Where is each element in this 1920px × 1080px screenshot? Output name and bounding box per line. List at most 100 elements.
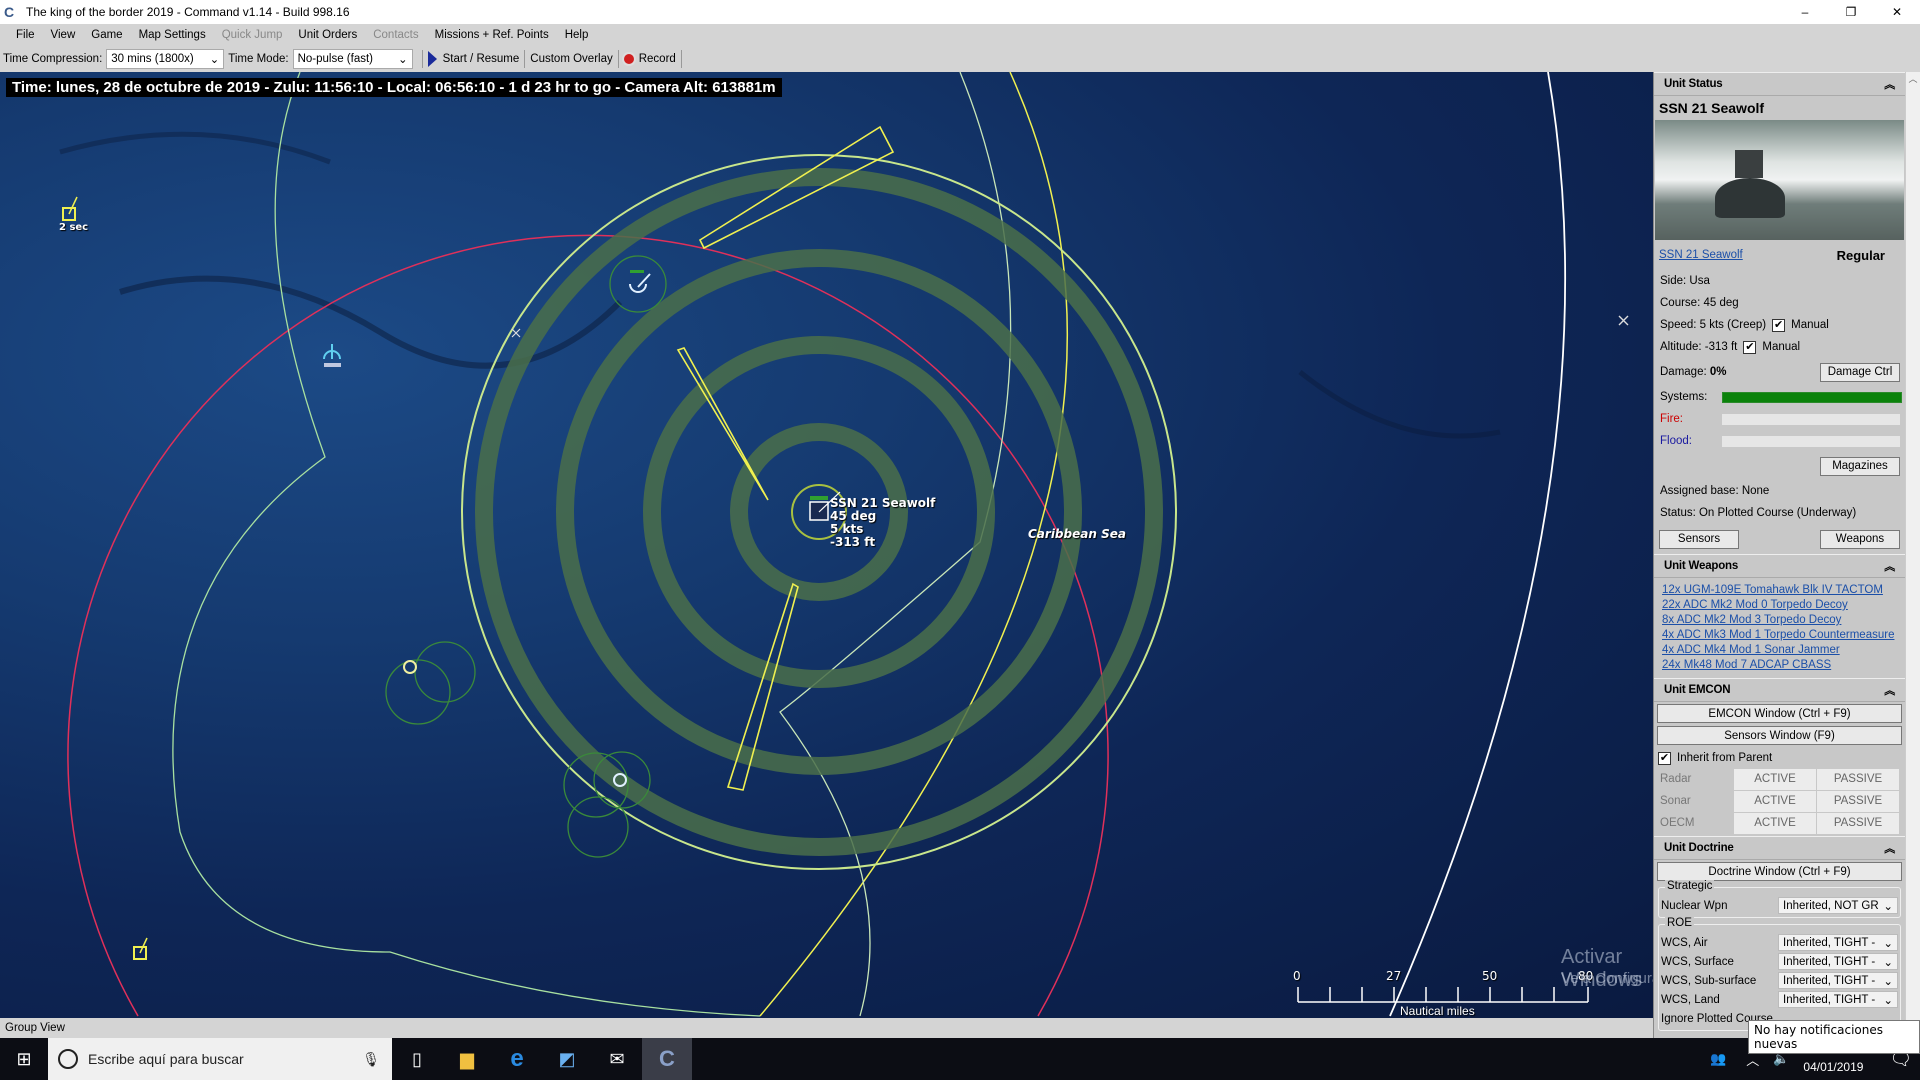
sidebar-scrollbar[interactable]: ︿ xyxy=(1905,72,1920,1038)
seafloor-ridge xyxy=(1300,372,1500,436)
command-app-icon[interactable]: C xyxy=(642,1038,692,1080)
scroll-up-icon[interactable]: ︿ xyxy=(1908,74,1917,84)
group-label: Strategic xyxy=(1665,880,1714,892)
emcon-window-button[interactable]: EMCON Window (Ctrl + F9) xyxy=(1657,704,1902,723)
nuclear-select[interactable]: Inherited, NOT GR⌄ xyxy=(1778,897,1898,914)
oecm-passive-button[interactable]: PASSIVE xyxy=(1817,813,1899,834)
time-mode-select[interactable]: No-pulse (fast)⌄ xyxy=(293,49,413,69)
speed-text: Speed: 5 kts (Creep) xyxy=(1660,319,1766,331)
contact-circle xyxy=(386,660,450,724)
unit-label[interactable]: SSN 21 Seawolf 45 deg 5 kts -313 ft xyxy=(830,497,935,549)
fire-label: Fire: xyxy=(1660,413,1722,425)
wcs-surface-select[interactable]: Inherited, TIGHT -⌄ xyxy=(1778,953,1898,970)
wcs-subsurface-label: WCS, Sub-surface xyxy=(1661,975,1756,987)
oecm-active-button[interactable]: ACTIVE xyxy=(1734,813,1816,834)
record-button[interactable]: Record xyxy=(624,53,676,65)
unit-class-link[interactable]: SSN 21 Seawolf xyxy=(1659,248,1743,266)
search-placeholder: Escribe aquí para buscar xyxy=(88,1051,362,1067)
network-app-icon[interactable]: ◩ xyxy=(542,1038,592,1080)
unit-weapons-header[interactable]: Unit Weapons ︽ xyxy=(1654,554,1905,578)
menu-unit-orders[interactable]: Unit Orders xyxy=(298,29,357,41)
status-bar: Group View xyxy=(0,1018,1653,1038)
minimize-button[interactable]: – xyxy=(1782,0,1828,24)
contact-icon xyxy=(404,661,416,673)
weapon-link[interactable]: 4x ADC Mk4 Mod 1 Sonar Jammer xyxy=(1662,643,1897,658)
wcs-land-select[interactable]: Inherited, TIGHT -⌄ xyxy=(1778,991,1898,1008)
menu-contacts[interactable]: Contacts xyxy=(373,29,418,41)
taskbar-search[interactable]: Escribe aquí para buscar 🎙 xyxy=(48,1038,392,1080)
restore-button[interactable]: ❐ xyxy=(1828,0,1874,24)
sensors-button[interactable]: Sensors xyxy=(1659,530,1739,549)
sonar-active-button[interactable]: ACTIVE xyxy=(1734,791,1816,812)
wcs-value: Inherited, TIGHT - xyxy=(1783,937,1875,949)
flood-bar xyxy=(1722,436,1900,447)
wcs-value: Inherited, TIGHT - xyxy=(1783,994,1875,1006)
unit-doctrine-header[interactable]: Unit Doctrine ︽ xyxy=(1654,836,1905,860)
time-mode-value: No-pulse (fast) xyxy=(298,53,373,65)
task-view-icon[interactable]: ▯ xyxy=(392,1038,442,1080)
time-mode-label: Time Mode: xyxy=(228,53,288,65)
magazines-button[interactable]: Magazines xyxy=(1820,457,1900,476)
sensors-window-button[interactable]: Sensors Window (F9) xyxy=(1657,726,1902,745)
course-text: Course: 45 deg xyxy=(1654,292,1905,314)
menu-help[interactable]: Help xyxy=(565,29,589,41)
section-title: Unit Doctrine xyxy=(1664,842,1734,854)
group-label: ROE xyxy=(1665,917,1694,929)
systems-label: Systems: xyxy=(1660,391,1722,403)
damage-ctrl-button[interactable]: Damage Ctrl xyxy=(1820,363,1900,382)
edge-icon[interactable]: e xyxy=(492,1038,542,1080)
chevron-down-icon: ⌄ xyxy=(1883,936,1893,950)
weapon-link[interactable]: 24x Mk48 Mod 7 ADCAP CBASS xyxy=(1662,658,1897,673)
speed-manual-checkbox[interactable]: ✔ xyxy=(1772,319,1785,332)
time-compression-select[interactable]: 30 mins (1800x)⌄ xyxy=(106,49,224,69)
systems-bar xyxy=(1722,392,1902,403)
menu-missions[interactable]: Missions + Ref. Points xyxy=(435,29,549,41)
contact-circle xyxy=(610,256,666,312)
sonar-passive-button[interactable]: PASSIVE xyxy=(1817,791,1899,812)
file-explorer-icon[interactable]: ▆ xyxy=(442,1038,492,1080)
unit-emcon-header[interactable]: Unit EMCON︽ xyxy=(1654,678,1905,702)
unit-status-header[interactable]: Unit Status︽ xyxy=(1654,72,1905,96)
radar-label: Radar xyxy=(1654,773,1734,785)
people-icon[interactable]: 👥 xyxy=(1710,1051,1726,1067)
chevron-down-icon: ⌄ xyxy=(1883,899,1893,913)
unit-name: SSN 21 Seawolf xyxy=(1654,96,1905,120)
wcs-air-select[interactable]: Inherited, TIGHT - ⌄ xyxy=(1778,934,1898,951)
tactical-map[interactable]: Time: lunes, 28 de octubre de 2019 - Zul… xyxy=(0,72,1653,1018)
wcs-surface-label: WCS, Surface xyxy=(1661,956,1734,968)
menu-game[interactable]: Game xyxy=(91,29,122,41)
menu-quick-jump[interactable]: Quick Jump xyxy=(222,29,283,41)
collapse-icon[interactable]: ︽ xyxy=(1884,558,1895,574)
close-marker-icon xyxy=(1619,316,1628,325)
weapon-link[interactable]: 22x ADC Mk2 Mod 0 Torpedo Decoy xyxy=(1662,598,1897,613)
start-resume-button[interactable]: Start / Resume xyxy=(428,51,520,67)
time-compression-value: 30 mins (1800x) xyxy=(111,53,193,65)
inherit-checkbox[interactable]: ✔ xyxy=(1658,752,1671,765)
wcs-subsurface-select[interactable]: Inherited, TIGHT -⌄ xyxy=(1778,972,1898,989)
altitude-manual-checkbox[interactable]: ✔ xyxy=(1743,341,1756,354)
doctrine-window-button[interactable]: Doctrine Window (Ctrl + F9) xyxy=(1657,862,1902,881)
weapons-button[interactable]: Weapons xyxy=(1820,530,1900,549)
radar-passive-button[interactable]: PASSIVE xyxy=(1817,769,1899,790)
mail-icon[interactable]: ✉ xyxy=(592,1038,642,1080)
section-title: Unit Weapons xyxy=(1664,560,1738,572)
collapse-icon[interactable]: ︽ xyxy=(1884,682,1895,698)
app-icon: C xyxy=(4,4,20,20)
speed-row: Speed: 5 kts (Creep) ✔ Manual xyxy=(1654,314,1905,336)
weapon-link[interactable]: 4x ADC Mk3 Mod 1 Torpedo Countermeasure xyxy=(1662,628,1897,643)
weapon-link[interactable]: 12x UGM-109E Tomahawk Blk IV TACTOM xyxy=(1662,583,1897,598)
microphone-icon[interactable]: 🎙 xyxy=(362,1051,380,1068)
manual-label: Manual xyxy=(1791,319,1829,331)
collapse-icon[interactable]: ︽ xyxy=(1884,840,1895,856)
radar-active-button[interactable]: ACTIVE xyxy=(1734,769,1816,790)
custom-overlay-button[interactable]: Custom Overlay xyxy=(530,53,612,65)
windows-start-icon[interactable]: ⊞ xyxy=(0,1038,48,1080)
close-button[interactable]: ✕ xyxy=(1874,0,1920,24)
menu-view[interactable]: View xyxy=(51,29,76,41)
weapon-link[interactable]: 8x ADC Mk2 Mod 3 Torpedo Decoy xyxy=(1662,613,1897,628)
menu-file[interactable]: File xyxy=(16,29,35,41)
friendly-contact-icon xyxy=(630,274,650,292)
clock-date[interactable]: 04/01/2019 xyxy=(1803,1059,1863,1076)
collapse-icon[interactable]: ︽ xyxy=(1884,76,1895,92)
menu-map-settings[interactable]: Map Settings xyxy=(139,29,206,41)
